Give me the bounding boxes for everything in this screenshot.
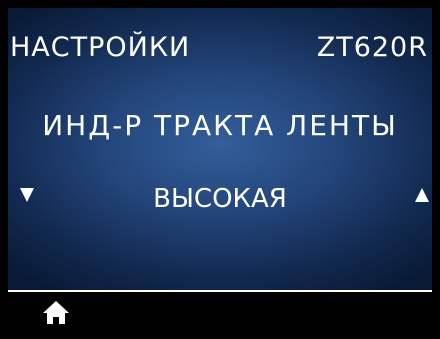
setting-value: ВЫСОКАЯ bbox=[153, 184, 287, 214]
menu-panel: НАСТРОЙКИ ZT620R ИНД-Р ТРАКТА ЛЕНТЫ ВЫСО… bbox=[8, 8, 432, 292]
next-value-arrow-icon[interactable] bbox=[415, 188, 429, 202]
printer-model-label: ZT620R bbox=[316, 32, 428, 63]
home-button[interactable] bbox=[42, 299, 70, 325]
printer-display-screen: НАСТРОЙКИ ZT620R ИНД-Р ТРАКТА ЛЕНТЫ ВЫСО… bbox=[8, 8, 432, 331]
menu-item-label: ИНД-Р ТРАКТА ЛЕНТЫ bbox=[42, 109, 398, 142]
bottom-bar bbox=[8, 292, 432, 331]
header-title: НАСТРОЙКИ bbox=[10, 32, 191, 63]
home-icon bbox=[43, 301, 69, 324]
